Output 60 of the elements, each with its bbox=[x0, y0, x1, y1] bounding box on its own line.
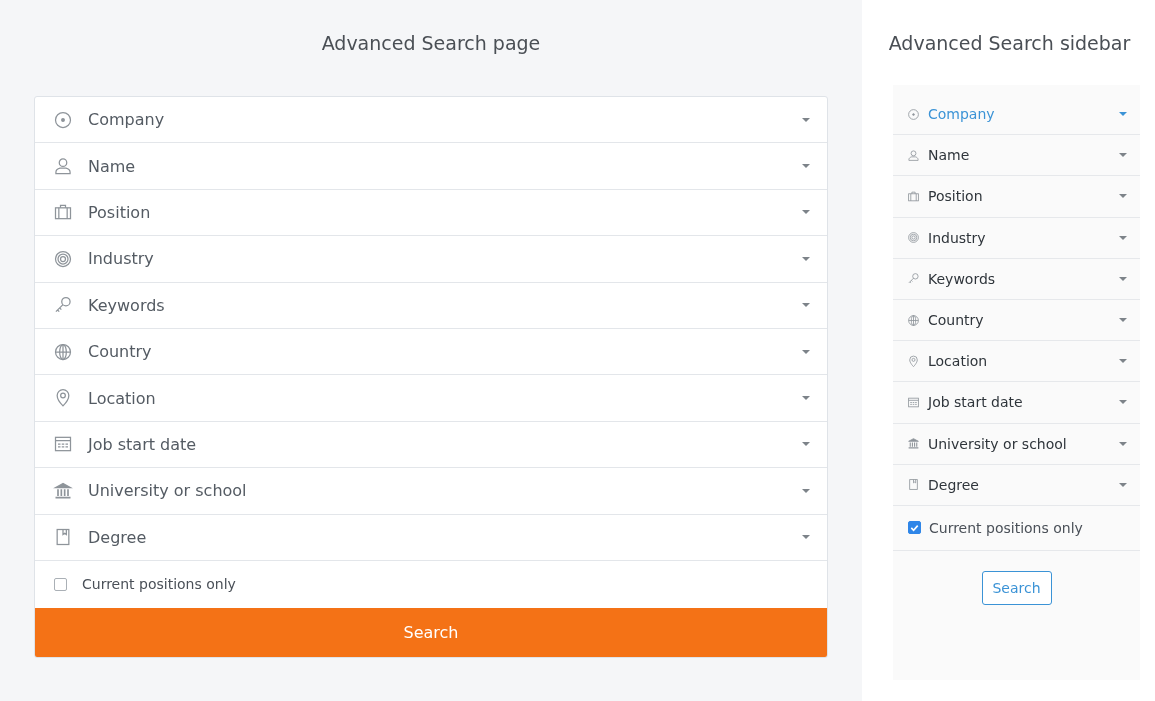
filter-dropdown[interactable]: University or school bbox=[893, 423, 1140, 465]
filter-dropdown[interactable]: Location bbox=[893, 341, 1140, 383]
filter-dropdown[interactable]: Keywords bbox=[893, 258, 1140, 300]
country-icon bbox=[53, 341, 73, 362]
filter-dropdown[interactable]: Degree bbox=[35, 514, 827, 561]
checkbox-label: Current positions only bbox=[82, 576, 236, 593]
caret-icon bbox=[1119, 482, 1127, 487]
caret-icon bbox=[802, 210, 810, 215]
checkbox[interactable] bbox=[54, 577, 67, 591]
position-icon bbox=[907, 189, 920, 203]
checkbox[interactable] bbox=[908, 521, 921, 535]
country-icon bbox=[907, 313, 920, 327]
keywords-icon bbox=[907, 272, 920, 286]
caret-icon bbox=[802, 535, 810, 540]
name-icon bbox=[53, 156, 73, 177]
name-icon bbox=[907, 148, 920, 162]
caret-icon bbox=[1119, 235, 1127, 240]
caret-icon bbox=[802, 164, 810, 169]
checkbox-label: Current positions only bbox=[929, 519, 1083, 536]
caret-icon bbox=[1119, 359, 1127, 364]
filter-dropdown[interactable]: Position bbox=[35, 189, 827, 237]
location-icon bbox=[907, 354, 920, 368]
filter-dropdown[interactable]: Position bbox=[893, 176, 1140, 218]
industry-icon bbox=[907, 231, 920, 245]
date-icon bbox=[907, 395, 920, 409]
industry-icon bbox=[53, 248, 73, 269]
filter-dropdown[interactable]: Keywords bbox=[35, 282, 827, 329]
company-icon bbox=[53, 109, 73, 130]
caret-icon bbox=[802, 256, 810, 261]
filter-dropdown[interactable]: Industry bbox=[893, 217, 1140, 259]
caret-icon bbox=[802, 349, 810, 354]
caret-icon bbox=[802, 303, 810, 308]
filter-dropdown[interactable]: University or school bbox=[35, 468, 827, 515]
caret-icon bbox=[1119, 194, 1127, 199]
caret-icon bbox=[1119, 400, 1127, 405]
caret-icon bbox=[802, 488, 810, 493]
caret-icon bbox=[1119, 276, 1127, 281]
school-icon bbox=[907, 437, 920, 451]
caret-icon bbox=[802, 117, 810, 122]
filter-dropdown[interactable]: Degree bbox=[893, 464, 1140, 506]
filter-dropdown[interactable]: Name bbox=[893, 135, 1140, 177]
sidebar-title: Advanced Search sidebar bbox=[887, 31, 1132, 55]
caret-icon bbox=[802, 442, 810, 447]
filter-dropdown[interactable]: Name bbox=[35, 143, 827, 190]
filter-dropdown[interactable]: Industry bbox=[35, 236, 827, 283]
caret-icon bbox=[1119, 318, 1127, 323]
caret-icon bbox=[1119, 441, 1127, 446]
caret-icon bbox=[802, 396, 810, 401]
filter-dropdown[interactable]: Job start date bbox=[893, 382, 1140, 424]
filter-dropdown[interactable]: Country bbox=[893, 299, 1140, 342]
caret-icon bbox=[1119, 153, 1127, 158]
filter-dropdown[interactable]: Country bbox=[35, 328, 827, 376]
school-icon bbox=[53, 480, 73, 501]
page-title: Advanced Search page bbox=[321, 31, 541, 55]
company-icon bbox=[907, 107, 920, 121]
filter-dropdown[interactable]: Company bbox=[35, 97, 827, 144]
filter-dropdown[interactable]: Job start date bbox=[35, 421, 827, 469]
filter-dropdown[interactable]: Location bbox=[35, 375, 827, 422]
caret-icon bbox=[1119, 112, 1127, 117]
degree-icon bbox=[907, 478, 920, 492]
